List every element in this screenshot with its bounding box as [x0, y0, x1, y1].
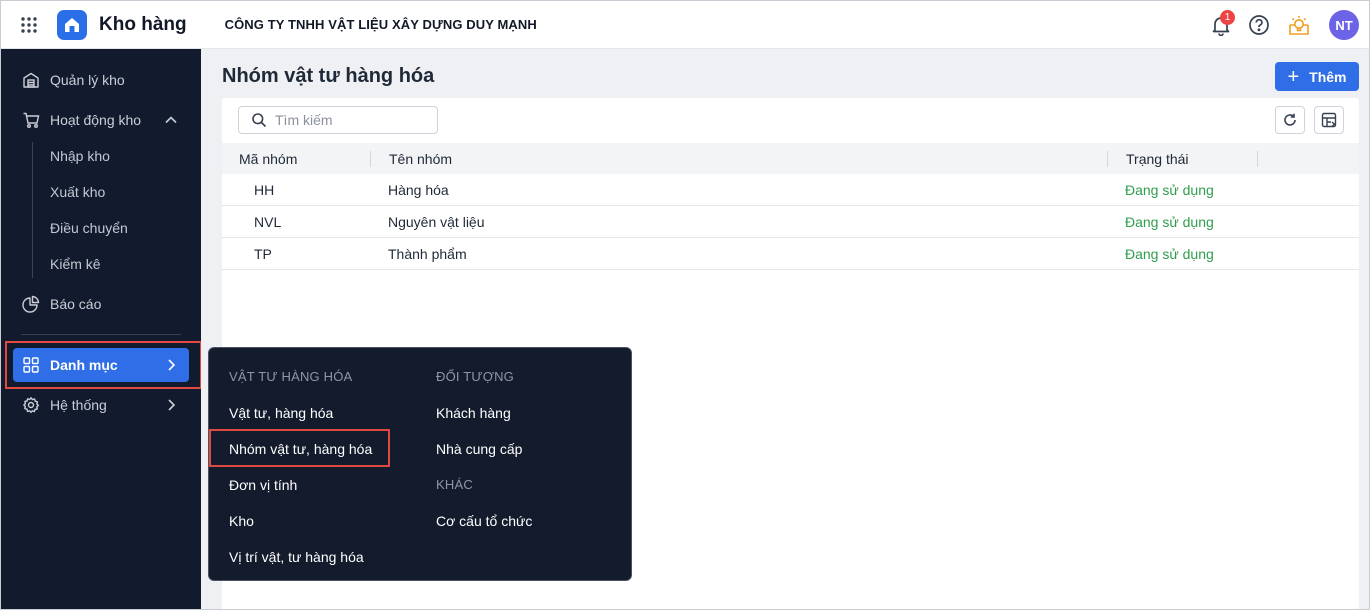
sidebar-item-bao-cao[interactable]: Báo cáo — [13, 287, 189, 321]
cell-code: HH — [254, 182, 275, 198]
sidebar-item-label: Báo cáo — [50, 296, 102, 312]
cell-name: Thành phẩm — [388, 246, 467, 262]
menu-section-header: ĐỐI TƯỢNG — [436, 369, 514, 384]
page-title: Nhóm vật tư hàng hóa — [222, 65, 435, 87]
sidebar-item-hoat-dong-kho[interactable]: Hoạt động kho — [13, 103, 189, 137]
app-name: Kho hàng — [99, 13, 187, 35]
table-header: Mã nhóm Tên nhóm Trạng thái — [222, 143, 1359, 174]
chevron-right-icon — [168, 399, 176, 411]
cart-icon — [21, 110, 41, 130]
cell-code: NVL — [254, 214, 282, 230]
submenu-guide-line — [32, 142, 33, 278]
table-row[interactable]: HH Hàng hóa Đang sử dụng — [222, 174, 1359, 206]
sidebar: Quản lý kho Hoạt động kho Nhập kho Xuất … — [1, 49, 202, 609]
search-box[interactable] — [238, 106, 438, 134]
column-header-ma-nhom[interactable]: Mã nhóm — [239, 151, 297, 167]
cell-name: Hàng hóa — [388, 182, 449, 198]
menu-section-header: KHÁC — [436, 477, 473, 492]
top-bar: Kho hàng CÔNG TY TNHH VẬT LIỆU XÂY DỰNG … — [1, 1, 1369, 49]
notification-bell-icon[interactable]: 1 — [1203, 7, 1239, 43]
table-settings-icon — [1321, 112, 1337, 128]
plus-icon: + — [1287, 65, 1300, 88]
sidebar-subitem-xuat-kho[interactable]: Xuất kho — [50, 184, 105, 200]
sidebar-item-he-thong[interactable]: Hệ thống — [13, 388, 189, 422]
menu-section-header: VẬT TƯ HÀNG HÓA — [229, 369, 353, 384]
app-launcher-icon[interactable] — [1, 1, 57, 49]
cell-status: Đang sử dụng — [1125, 246, 1214, 262]
cell-name: Nguyên vật liệu — [388, 214, 485, 230]
menu-item-nha-cung-cap[interactable]: Nhà cung cấp — [436, 441, 522, 457]
company-name: CÔNG TY TNHH VẬT LIỆU XÂY DỰNG DUY MẠNH — [224, 17, 537, 32]
app-window: Kho hàng CÔNG TY TNHH VẬT LIỆU XÂY DỰNG … — [0, 0, 1370, 610]
app-logo-icon[interactable] — [57, 9, 87, 40]
header-actions: 1 NT — [1203, 1, 1359, 49]
sidebar-item-label: Hoạt động kho — [50, 112, 142, 128]
menu-item-vi-tri-vat-tu[interactable]: Vị trí vật, tư hàng hóa — [229, 549, 364, 565]
refresh-icon — [1284, 113, 1296, 126]
column-separator — [1257, 151, 1258, 167]
cell-status: Đang sử dụng — [1125, 182, 1214, 198]
column-header-ten-nhom[interactable]: Tên nhóm — [389, 151, 452, 167]
table-row[interactable]: TP Thành phẩm Đang sử dụng — [222, 238, 1359, 270]
sidebar-subitem-dieu-chuyen[interactable]: Điều chuyển — [50, 220, 128, 236]
gear-icon — [21, 395, 41, 415]
cell-code: TP — [254, 246, 272, 262]
add-button[interactable]: + Thêm — [1275, 62, 1359, 91]
menu-item-co-cau-to-chuc[interactable]: Cơ cấu tổ chức — [436, 513, 532, 529]
menu-item-khach-hang[interactable]: Khách hàng — [436, 405, 511, 421]
sidebar-subitem-nhap-kho[interactable]: Nhập kho — [50, 148, 110, 164]
chevron-up-icon — [165, 116, 177, 124]
cell-status: Đang sử dụng — [1125, 214, 1214, 230]
sidebar-item-label: Hệ thống — [50, 397, 107, 413]
sidebar-divider — [21, 334, 181, 335]
search-input[interactable] — [275, 112, 425, 128]
column-separator — [1107, 151, 1108, 167]
table-row[interactable]: NVL Nguyên vật liệu Đang sử dụng — [222, 206, 1359, 238]
sidebar-item-label: Quản lý kho — [50, 72, 125, 88]
column-settings-button[interactable] — [1314, 106, 1344, 134]
column-header-trang-thai[interactable]: Trạng thái — [1126, 151, 1189, 167]
search-icon — [252, 113, 267, 128]
help-icon[interactable] — [1241, 7, 1277, 43]
notification-badge: 1 — [1220, 10, 1235, 25]
menu-item-vat-tu-hang-hoa[interactable]: Vật tư, hàng hóa — [229, 405, 333, 421]
highlight-box-nhom-vat-tu — [209, 429, 390, 467]
menu-item-kho[interactable]: Kho — [229, 513, 254, 529]
sidebar-item-quan-ly-kho[interactable]: Quản lý kho — [13, 63, 189, 97]
user-avatar[interactable]: NT — [1329, 10, 1359, 40]
warehouse-icon — [21, 70, 41, 90]
add-button-label: Thêm — [1309, 68, 1347, 85]
column-separator — [370, 151, 371, 167]
refresh-button[interactable] — [1275, 106, 1305, 134]
pie-chart-icon — [21, 294, 41, 314]
sidebar-subitem-kiem-ke[interactable]: Kiểm kê — [50, 256, 101, 272]
menu-item-don-vi-tinh[interactable]: Đơn vị tính — [229, 477, 297, 493]
highlight-box-danh-muc — [5, 341, 202, 389]
ideas-lightbulb-icon[interactable] — [1281, 7, 1317, 43]
